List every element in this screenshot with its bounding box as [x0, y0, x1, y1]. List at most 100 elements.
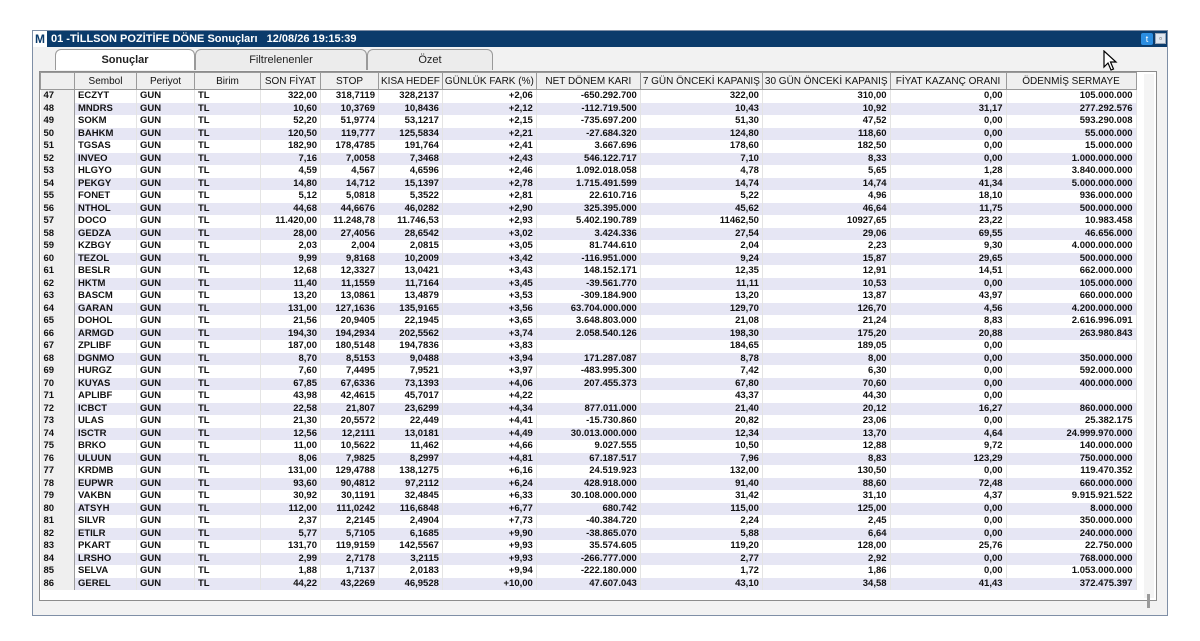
table-row[interactable]: 84 LRSHO GUN TL 2,99 2,7178 3,2115 +9,93 -266.77… [40, 552, 1137, 565]
table-cell: 500.000.000 [1006, 202, 1137, 215]
table-cell: 7,42 [640, 365, 763, 378]
table-cell: +9,90 [442, 527, 537, 540]
table-cell: TL [194, 352, 261, 365]
table-row[interactable]: 80 ATSYH GUN TL 112,00 111,0242 116,6848 +6,77 6… [40, 502, 1137, 515]
table-row[interactable]: 76 ULUUN GUN TL 8,06 7,9825 8,2997 +4,81 67.187.… [40, 452, 1137, 465]
table-row[interactable]: 82 ETILR GUN TL 5,77 5,7105 6,1685 +9,90 -38.865… [40, 527, 1137, 540]
table-row[interactable]: 71 APLIBF GUN TL 43,98 42,4615 45,7017 +4,22 43,… [40, 390, 1137, 403]
column-header[interactable]: Periyot [136, 72, 195, 90]
table-cell: 4,37 [890, 490, 1007, 503]
table-row[interactable]: 49 SOKM GUN TL 52,20 51,9774 53,1217 +2,15 -735.… [40, 115, 1137, 128]
table-cell: 24.999.970.000 [1006, 427, 1137, 440]
table-row[interactable]: 58 GEDZA GUN TL 28,00 27,4056 28,6542 +3,02 3.42… [40, 227, 1137, 240]
table-row[interactable]: 70 KUYAS GUN TL 67,85 67,6336 73,1393 +4,06 207.… [40, 377, 1137, 390]
table-cell: 5,88 [640, 527, 763, 540]
vertical-scrollbar[interactable] [1144, 74, 1154, 608]
column-header[interactable]: SON FİYAT [260, 72, 321, 90]
table-cell: 43,2269 [320, 577, 379, 590]
scrollbar-thumb[interactable] [1147, 594, 1150, 608]
column-header[interactable]: ÖDENMİŞ SERMAYE [1005, 72, 1137, 90]
table-cell: ARMGD [74, 327, 137, 340]
table-cell: 12,2111 [320, 427, 379, 440]
table-cell: +3,56 [442, 302, 537, 315]
table-cell: 124,80 [640, 127, 763, 140]
table-cell: HLGYO [74, 165, 137, 178]
table-row[interactable]: 77 KRDMB GUN TL 131,00 129,4788 138,1275 +6,16 2… [40, 465, 1137, 478]
table-row[interactable]: 85 SELVA GUN TL 1,88 1,7137 2,0183 +9,94 -222.18… [40, 565, 1137, 578]
title-bar[interactable]: M 01 -TİLLSON POZİTİFE DÖNE Sonuçları 12… [33, 31, 1167, 47]
column-header[interactable]: STOP [320, 72, 379, 90]
table-cell: 42,4615 [320, 390, 379, 403]
table-cell: TL [194, 302, 261, 315]
tab-filtrelenenler[interactable]: Filtrelenenler [195, 49, 367, 70]
table-row[interactable]: 52 INVEO GUN TL 7,16 7,0058 7,3468 +2,43 546.122… [40, 152, 1137, 165]
table-cell: 5,77 [260, 527, 321, 540]
table-cell: 175,20 [762, 327, 891, 340]
table-row[interactable]: 86 GEREL GUN TL 44,22 43,2269 46,9528 +10,00 47.… [40, 577, 1137, 590]
table-row[interactable]: 48 MNDRS GUN TL 10,60 10,3769 10,8436 +2,12 -112… [40, 102, 1137, 115]
table-row[interactable]: 55 FONET GUN TL 5,12 5,0818 5,3522 +2,81 22.610.… [40, 190, 1137, 203]
table-cell: +4,41 [442, 415, 537, 428]
column-header[interactable]: GÜNLÜK FARK (%) [441, 72, 537, 90]
column-header[interactable]: Sembol [74, 72, 137, 90]
table-row[interactable]: 72 ICBCT GUN TL 22,58 21,807 23,6299 +4,34 877.0… [40, 402, 1137, 415]
table-cell: 11,1559 [320, 277, 379, 290]
table-row[interactable]: 50 BAHKM GUN TL 120,50 119,777 125,5834 +2,21 -2… [40, 127, 1137, 140]
table-cell: 8,5153 [320, 352, 379, 365]
table-cell: 53,1217 [378, 115, 443, 128]
table-row[interactable]: 73 ULAS GUN TL 21,30 20,5572 22,449 +4,41 -15.73… [40, 415, 1137, 428]
table-row[interactable]: 83 PKART GUN TL 131,70 119,9159 142,5567 +9,93 3… [40, 540, 1137, 553]
table-row[interactable]: 66 ARMGD GUN TL 194,30 194,2934 202,5562 +3,74 2… [40, 327, 1137, 340]
restore-icon[interactable]: ▫ [1155, 33, 1166, 44]
table-cell: 0,00 [890, 415, 1007, 428]
column-header[interactable]: 30 GÜN ÖNCEKİ KAPANIŞ [761, 72, 891, 90]
column-header[interactable]: FİYAT KAZANÇ ORANI [889, 72, 1007, 90]
table-row[interactable]: 75 BRKO GUN TL 11,00 10,5622 11,462 +4,66 9.027.… [40, 440, 1137, 453]
row-index-cell: 48 [40, 102, 75, 115]
column-header[interactable]: KISA HEDEF [378, 72, 443, 90]
table-cell: 8,06 [260, 452, 321, 465]
twitter-icon[interactable]: t [1141, 33, 1153, 45]
table-cell: 5,7105 [320, 527, 379, 540]
table-row[interactable]: 62 HKTM GUN TL 11,40 11,1559 11,7164 +3,45 -39.5… [40, 277, 1137, 290]
table-row[interactable]: 53 HLGYO GUN TL 4,59 4,567 4,6596 +2,46 1.092.01… [40, 165, 1137, 178]
table-row[interactable]: 60 TEZOL GUN TL 9,99 9,8168 10,2009 +3,42 -116.9… [40, 252, 1137, 265]
table-cell: 52,20 [260, 115, 321, 128]
table-row[interactable]: 69 HURGZ GUN TL 7,60 7,4495 7,9521 +3,97 -483.99… [40, 365, 1137, 378]
table-row[interactable]: 61 BESLR GUN TL 12,68 12,3327 13,0421 +3,43 148.… [40, 265, 1137, 278]
table-row[interactable]: 79 VAKBN GUN TL 30,92 30,1191 32,4845 +6,33 30.1… [40, 490, 1137, 503]
table-cell: HKTM [74, 277, 137, 290]
column-header[interactable] [40, 72, 75, 90]
table-cell: +3,53 [442, 290, 537, 303]
table-row[interactable]: 47 ECZYT GUN TL 322,00 318,7119 328,2137 +2,06-… [40, 89, 1137, 103]
table-cell: 10,2009 [378, 252, 443, 265]
table-row[interactable]: 68 DGNMO GUN TL 8,70 8,5153 9,0488 +3,94 171.287… [40, 352, 1137, 365]
table-row[interactable]: 65 DOHOL GUN TL 21,56 20,9405 22,1945 +3,65 3.64… [40, 315, 1137, 328]
table-cell: 11,11 [640, 277, 763, 290]
table-cell: 27,54 [640, 227, 763, 240]
table-row[interactable]: 56 NTHOL GUN TL 44,68 44,6676 46,0282 +2,90 325.… [40, 202, 1137, 215]
tab-ozet[interactable]: Özet [367, 49, 493, 70]
table-row[interactable]: 64 GARAN GUN TL 131,00 127,1636 135,9165 +3,56 6… [40, 302, 1137, 315]
tab-sonuclar[interactable]: Sonuçlar [55, 49, 195, 70]
table-cell: 67.187.517 [536, 452, 641, 465]
table-row[interactable]: 78 EUPWR GUN TL 93,60 90,4812 97,2112 +6,24 428.… [40, 477, 1137, 490]
table-row[interactable]: 54 PEKGY GUN TL 14,80 14,712 15,1397 +2,78 1.715… [40, 177, 1137, 190]
table-row[interactable]: 57 DOCO GUN TL 11.420,00 11.248,78 11.746,53 +2… [40, 215, 1137, 228]
table-cell: GUN [136, 515, 195, 528]
column-header[interactable]: NET DÖNEM KARI [535, 72, 641, 90]
table-row[interactable]: 59 KZBGY GUN TL 2,03 2,004 2,0815 +3,05 81.744.6… [40, 240, 1137, 253]
row-index-cell: 83 [40, 540, 75, 553]
table-cell: 194,2934 [320, 327, 379, 340]
table-cell: +3,83 [442, 340, 537, 353]
table-row[interactable]: 67 ZPLIBF GUN TL 187,00 180,5148 194,7836 +3,83… [40, 340, 1137, 353]
table-row[interactable]: 51 TGSAS GUN TL 182,90 178,4785 191,764 +2,41 3.… [40, 140, 1137, 153]
table-row[interactable]: 81 SILVR GUN TL 2,37 2,2145 2,4904 +7,73 -40.384… [40, 515, 1137, 528]
column-header[interactable]: 7 GÜN ÖNCEKİ KAPANIŞ [639, 72, 763, 90]
table-row[interactable]: 63 BASCM GUN TL 13,20 13,0861 13,4879 +3,53 -309… [40, 290, 1137, 303]
table-row[interactable]: 74 ISCTR GUN TL 12,56 12,2111 13,0181 +4,49 30.0… [40, 427, 1137, 440]
column-header[interactable]: Birim [194, 72, 261, 90]
table-cell: 9.915.921.522 [1006, 490, 1137, 503]
table-cell: 15.000.000 [1006, 140, 1137, 153]
table-cell: 2,23 [762, 240, 891, 253]
